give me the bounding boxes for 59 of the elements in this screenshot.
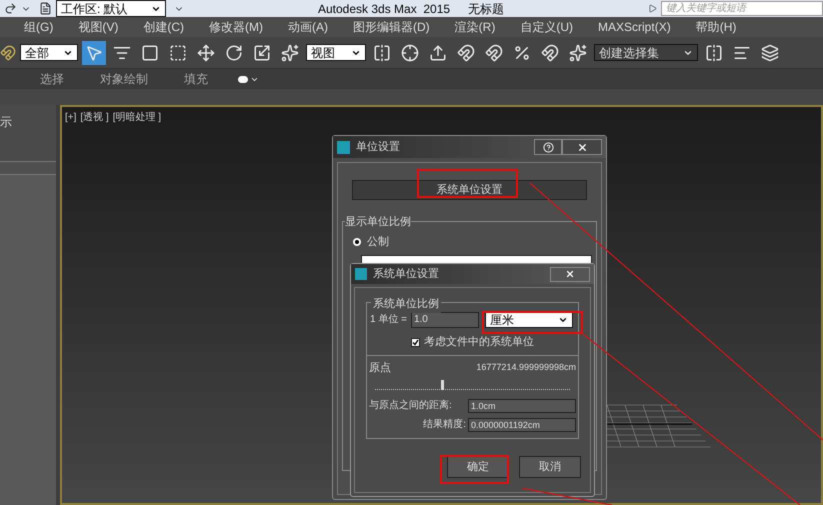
unit-value-field[interactable]: 1.0 [410,312,479,328]
precision-field[interactable]: 0.0000001192cm [468,418,576,432]
checkbox[interactable] [411,338,420,347]
search-field[interactable]: 键入关键字或短语 [661,1,823,16]
menu-item[interactable]: 渲染(R) [454,18,496,36]
distance-label: 与原点之间的距离: [369,398,452,413]
highlight-box [440,455,509,484]
menu-item[interactable]: 创建(C) [143,18,184,36]
window-title: Autodesk 3ds Max 2015 [318,0,450,18]
origin-label: 原点 [369,360,391,376]
cancel-button[interactable]: 取消 [519,456,581,478]
distance-field[interactable]: 1.0cm [468,398,576,412]
document-title: 无标题 [468,0,504,18]
named-selection-dropdown[interactable]: 创建选择集 [594,44,698,61]
panel-label: 示 [0,114,12,131]
redo-icon[interactable] [4,2,17,15]
menu-item[interactable]: 组(G) [24,18,54,36]
app-icon [355,268,367,280]
radio-label: 公制 [367,235,389,250]
menu-item[interactable]: 动画(A) [288,18,328,36]
group-title: 系统单位比例 [371,296,441,312]
close-icon [565,269,575,279]
play-icon[interactable] [648,4,657,13]
menu-item[interactable]: 修改器(M) [209,18,263,36]
help-button[interactable] [534,139,562,155]
origin-value: 16777214.999999998cm [476,361,576,374]
menu-item[interactable]: 自定义(U) [520,18,574,36]
viewport-label[interactable]: [透视 ] [80,110,109,125]
viewport-label[interactable]: [明暗处理 ] [112,110,162,125]
document-icon[interactable] [39,2,52,15]
menu-item[interactable]: 帮助(H) [696,18,736,36]
ribbon-tab[interactable]: 填充 [184,70,208,88]
system-units-button[interactable]: 系统单位设置 [352,180,587,200]
ribbon-tab[interactable]: 对象绘制 [100,70,148,88]
menu-item[interactable]: MAXScript(X) [598,18,671,36]
select-tool-icon[interactable] [82,40,106,64]
check-icon [412,338,419,346]
close-icon [576,142,588,152]
selection-filter-dropdown[interactable]: 全部 [20,44,78,61]
ok-button[interactable]: 确定 [447,456,509,478]
viewport-label[interactable]: [+] [65,110,76,125]
help-icon [542,142,554,152]
unit-label: 1 单位 = [370,312,407,327]
close-button[interactable] [562,139,602,155]
origin-slider-track[interactable] [375,378,570,390]
reference-coordinate-dropdown[interactable]: 视图 [306,44,366,61]
menu-item[interactable]: 视图(V) [78,18,118,36]
workspace-dropdown[interactable]: 工作区: 默认 [56,0,166,17]
dialog-title: 单位设置 [356,140,400,155]
ribbon-tab[interactable]: 选择 [40,70,64,88]
dialog-title: 系统单位设置 [373,266,439,282]
radio-button[interactable] [353,238,361,246]
precision-label: 结果精度: [423,418,466,432]
checkbox-label: 考虑文件中的系统单位 [424,334,534,350]
close-button[interactable] [550,266,590,282]
slider-thumb[interactable] [441,380,444,390]
app-icon [337,140,350,154]
ribbon-menu-icon[interactable] [238,76,248,82]
menu-item[interactable]: 图形编辑器(D) [353,18,430,36]
